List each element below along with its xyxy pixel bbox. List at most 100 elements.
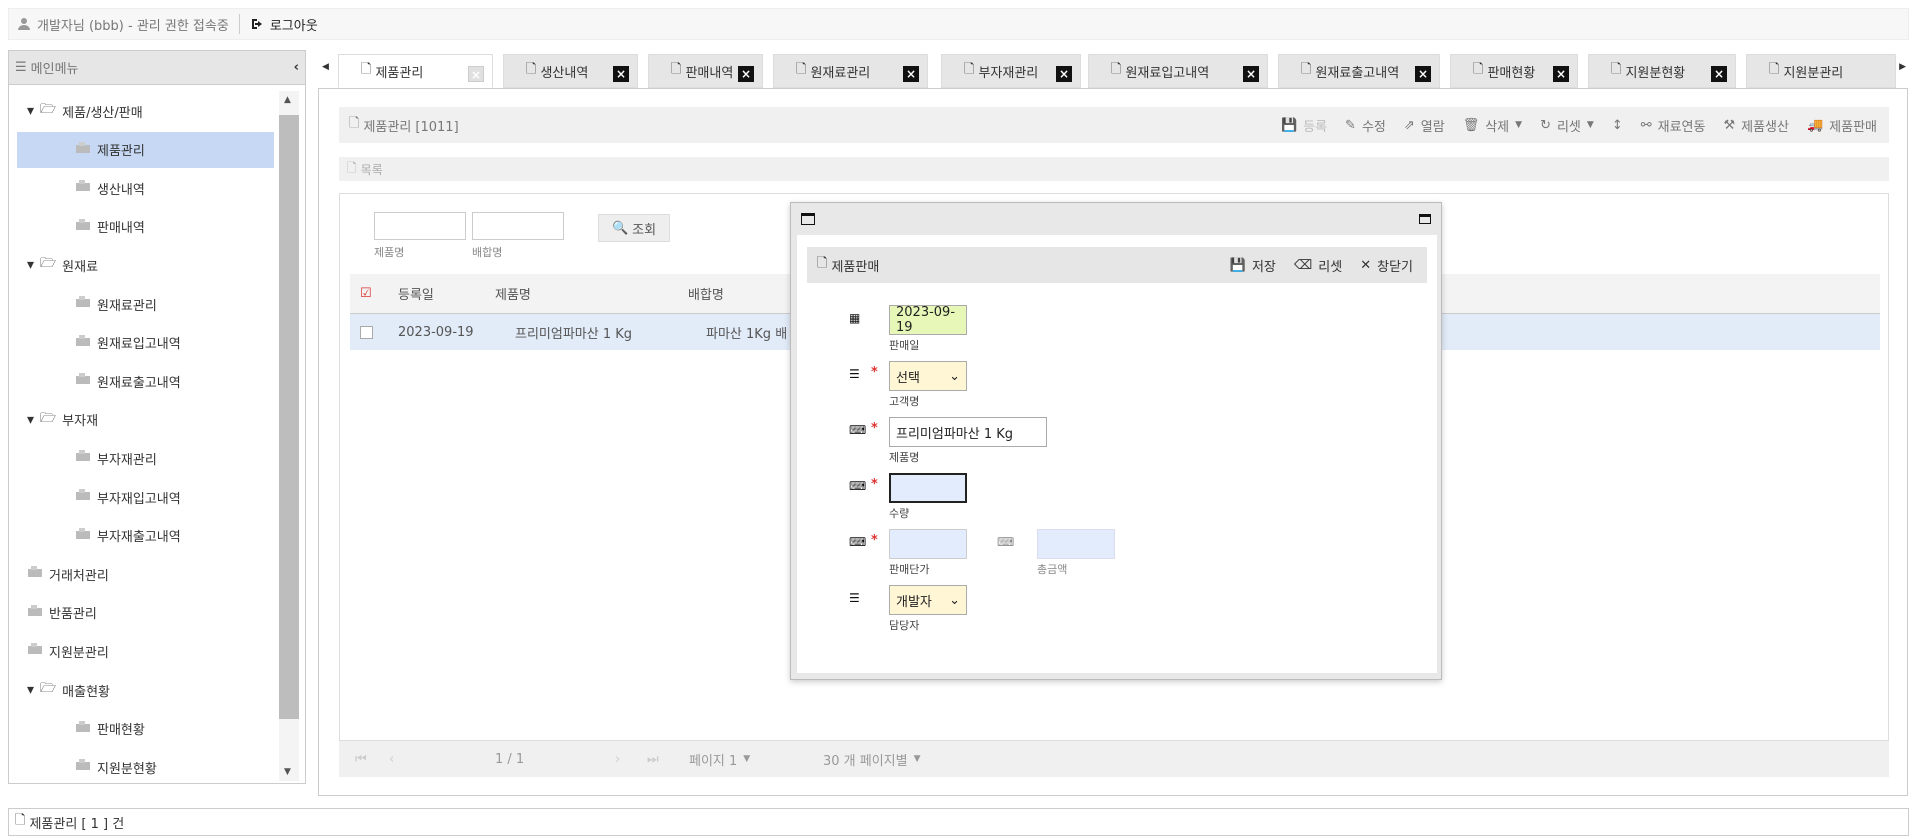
product-search-label: 제품명 — [374, 246, 405, 259]
last-page-icon[interactable]: ⏭ — [647, 752, 659, 767]
external-link-icon: ⇗ — [1403, 117, 1415, 133]
menu-item-icon — [75, 218, 91, 235]
status-text: 제품관리 [ 1 ] 건 — [29, 816, 125, 832]
product-input[interactable]: 프리미엄파마산 1 Kg — [889, 417, 1047, 447]
scroll-down-icon[interactable]: ▼ — [284, 767, 291, 777]
sidebar-item[interactable]: ▾ 🗁 매출현황 — [9, 672, 274, 708]
sidebar-item[interactable]: 판매내역 — [9, 209, 274, 245]
sell-button[interactable]: 🚚 제품판매 — [1807, 116, 1877, 135]
tab-item[interactable]: 🗋 제품관리 × — [338, 54, 493, 88]
sidebar-item[interactable]: ▾ 🗁 제품/생산/판매 — [9, 93, 274, 129]
next-page-icon[interactable]: › — [615, 752, 620, 767]
required-marker: * — [871, 365, 878, 380]
sidebar-item[interactable]: 원재료출고내역 — [9, 363, 274, 399]
close-tab-icon[interactable]: × — [1553, 66, 1569, 82]
close-tab-icon[interactable]: × — [1056, 66, 1072, 82]
sidebar-scrollbar[interactable]: ▲ ▼ — [279, 91, 299, 781]
tab-label: 판매현황 — [1487, 65, 1536, 81]
reset-button[interactable]: ↻ 리셋 ▼ — [1540, 116, 1594, 135]
tab-item[interactable]: 🗋 원재료출고내역 × — [1278, 54, 1440, 88]
row-checkbox[interactable] — [360, 314, 373, 350]
open-button[interactable]: ⇗ 열람 — [1404, 116, 1445, 135]
mix-search-input[interactable] — [472, 212, 564, 240]
expand-caret-icon[interactable]: ▾ — [27, 412, 34, 428]
dialog-titlebar[interactable] — [791, 203, 1441, 235]
sidebar-item[interactable]: ▾ 🗁 부자재 — [9, 402, 274, 438]
tab-item[interactable]: 🗋 부자재관리 × — [941, 54, 1081, 88]
column-date[interactable]: 등록일 — [398, 274, 434, 313]
close-tab-icon[interactable]: × — [1243, 66, 1259, 82]
sell-label: 제품판매 — [1829, 119, 1877, 135]
sidebar-item[interactable]: 제품관리 — [17, 131, 274, 168]
edit-button[interactable]: ✎ 수정 — [1345, 116, 1386, 135]
sidebar-item[interactable]: 부자재출고내역 — [9, 518, 274, 554]
page-select[interactable]: 페이지 1 ▼ — [689, 750, 750, 769]
sidebar-item[interactable]: 부자재입고내역 — [9, 479, 274, 515]
tab-item[interactable]: 🗋 지원분관리 — [1746, 54, 1896, 88]
sidebar-item-label: 판매내역 — [97, 221, 145, 237]
trash-icon: 🗑 — [1462, 117, 1480, 133]
first-page-icon[interactable]: ⏮ — [355, 752, 367, 767]
produce-label: 제품생산 — [1741, 119, 1789, 135]
tab-item[interactable]: 🗋 판매현황 × — [1450, 54, 1578, 88]
search-button[interactable]: 🔍 조회 — [598, 214, 670, 242]
sidebar-item[interactable]: 원재료관리 — [9, 286, 274, 322]
sidebar-item[interactable]: 지원분현황 — [9, 749, 274, 785]
close-tab-icon[interactable]: × — [1415, 66, 1431, 82]
delete-button[interactable]: 🗑 삭제 ▼ — [1463, 116, 1522, 135]
register-button[interactable]: 💾 등록 — [1281, 116, 1327, 135]
close-tab-icon[interactable]: × — [468, 66, 484, 82]
tab-item[interactable]: 🗋 생산내역 × — [503, 54, 638, 88]
sidebar-item[interactable]: ▾ 🗁 원재료 — [9, 247, 274, 283]
dialog-reset-button[interactable]: ⌫ 리셋 — [1294, 256, 1342, 275]
sidebar-item[interactable]: 거래처관리 — [9, 556, 274, 592]
scroll-up-icon[interactable]: ▲ — [284, 95, 291, 105]
dialog-header: 🗋 제품판매 💾 저장 ⌫ 리셋 ✕ 창닫기 — [807, 247, 1427, 283]
tab-scroll-left-icon[interactable]: ◀ — [322, 62, 329, 72]
column-product[interactable]: 제품명 — [495, 274, 531, 313]
caret-down-icon: ▼ — [913, 754, 921, 764]
manager-select[interactable]: 개발자 ⌄ — [889, 585, 967, 615]
unit-price-input[interactable] — [889, 529, 967, 559]
save-button[interactable]: 💾 저장 — [1230, 256, 1276, 275]
customer-select[interactable]: 선택 ⌄ — [889, 361, 967, 391]
expand-caret-icon[interactable]: ▾ — [27, 103, 34, 119]
expand-caret-icon[interactable]: ▾ — [27, 682, 34, 698]
resize-vertical-button[interactable]: ↕ — [1612, 118, 1623, 133]
sale-date-input[interactable]: 2023-09-19 — [889, 305, 967, 335]
column-mix[interactable]: 배합명 — [688, 274, 724, 313]
sidebar-item[interactable]: 지원분관리 — [9, 633, 274, 669]
sidebar: ☰ 메인메뉴 ‹ ▾ 🗁 제품/생산/판매 제품관리 생산내역 판매내역 ▾ 🗁 원재료 원재료관… — [8, 50, 306, 784]
close-tab-icon[interactable]: × — [1711, 66, 1727, 82]
per-page-select[interactable]: 30 개 페이지별 ▼ — [823, 750, 921, 769]
produce-button[interactable]: ⚒ 제품생산 — [1723, 116, 1789, 135]
expand-caret-icon[interactable]: ▾ — [27, 257, 34, 273]
tab-item[interactable]: 🗋 원재료관리 × — [773, 54, 928, 88]
material-link-button[interactable]: ⚯ 재료연동 — [1641, 116, 1706, 135]
close-tab-icon[interactable]: × — [613, 66, 629, 82]
logout-button[interactable]: 로그아웃 — [250, 15, 318, 34]
total-input[interactable] — [1037, 529, 1115, 559]
quantity-input[interactable] — [889, 473, 967, 503]
maximize-icon[interactable] — [1419, 214, 1431, 224]
close-tab-icon[interactable]: × — [903, 66, 919, 82]
sidebar-item[interactable]: 원재료입고내역 — [9, 325, 274, 361]
tab-item[interactable]: 🗋 판매내역 × — [648, 54, 763, 88]
row-mix: 파마산 1Kg 배 — [706, 326, 788, 342]
document-icon: 🗋 — [1301, 62, 1312, 77]
tab-item[interactable]: 🗋 지원분현황 × — [1588, 54, 1736, 88]
tab-scroll-right-icon[interactable]: ▶ — [1899, 62, 1906, 72]
sidebar-item[interactable]: 반품관리 — [9, 595, 274, 631]
sidebar-item[interactable]: 판매현황 — [9, 711, 274, 747]
close-tab-icon[interactable]: × — [738, 66, 754, 82]
sidebar-item[interactable]: 생산내역 — [9, 170, 274, 206]
prev-page-icon[interactable]: ‹ — [389, 752, 394, 767]
product-search-input[interactable] — [374, 212, 466, 240]
edit-icon: ✎ — [1345, 117, 1356, 133]
tab-item[interactable]: 🗋 원재료입고내역 × — [1088, 54, 1268, 88]
close-dialog-button[interactable]: ✕ 창닫기 — [1360, 256, 1413, 275]
select-all-checkbox[interactable]: ☑ — [360, 274, 372, 313]
sidebar-item[interactable]: 부자재관리 — [9, 440, 274, 476]
scroll-thumb[interactable] — [279, 115, 299, 719]
collapse-sidebar-icon[interactable]: ‹ — [294, 60, 299, 75]
